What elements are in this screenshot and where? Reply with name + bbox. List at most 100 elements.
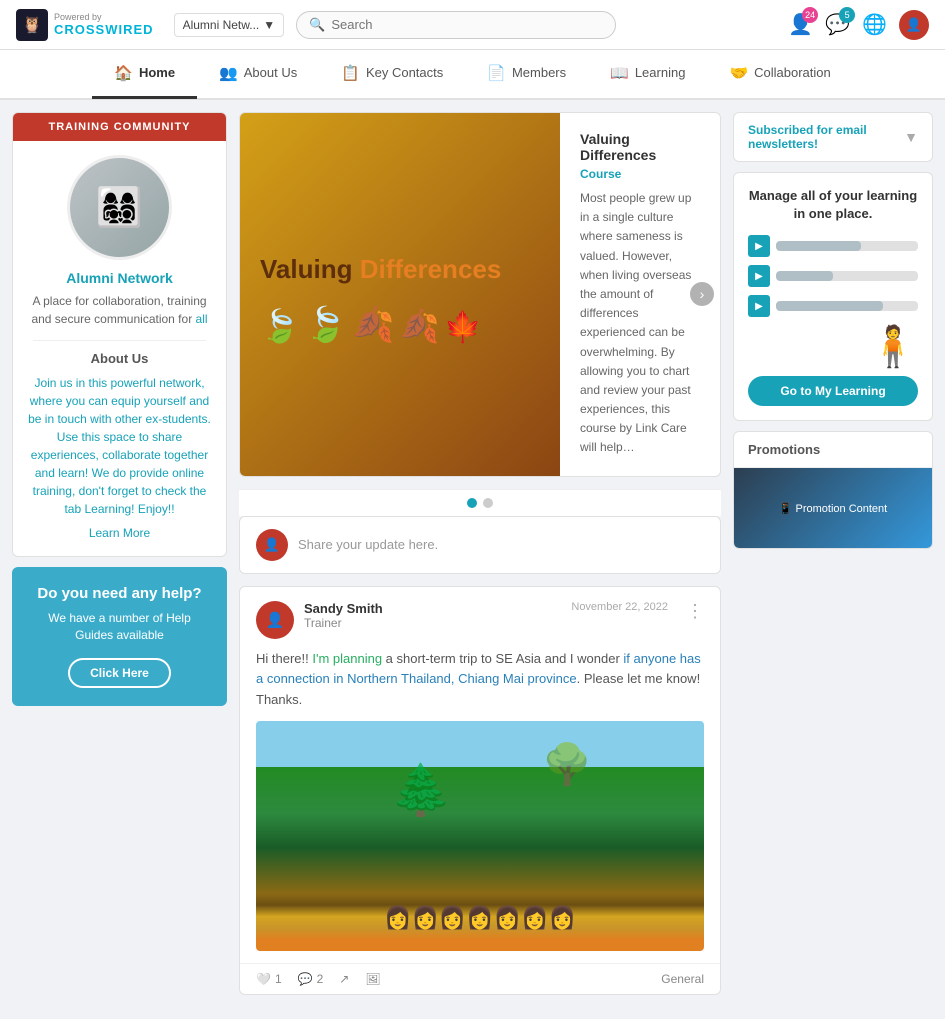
- feed-header: 👤 Sandy Smith Trainer November 22, 2022 …: [240, 587, 720, 639]
- feed-text: Hi there!! I'm planning a short-term tri…: [256, 649, 704, 711]
- members-icon: 📄: [487, 64, 506, 82]
- group-description: A place for collaboration, training and …: [13, 292, 226, 340]
- nav-members-label: Members: [512, 65, 566, 80]
- network-icon-button[interactable]: 🌐: [862, 12, 887, 37]
- nav-members[interactable]: 📄 Members: [465, 49, 588, 99]
- nav-home-label: Home: [139, 65, 175, 80]
- notifications-button[interactable]: 👤 24: [788, 12, 813, 37]
- leaf-2: 🍃: [305, 305, 347, 345]
- feed-text-part-2: I'm planning: [312, 651, 382, 666]
- comments-count: 2: [317, 972, 324, 986]
- chevron-down-icon[interactable]: ▼: [904, 129, 918, 145]
- learning-row-2: ▶: [748, 265, 918, 287]
- right-sidebar: Subscribed for email newsletters! ▼ Mana…: [733, 112, 933, 1007]
- divider: [33, 340, 206, 341]
- user-avatar[interactable]: 👤: [899, 10, 929, 40]
- search-bar[interactable]: 🔍: [296, 11, 616, 39]
- messages-button[interactable]: 💬 5: [825, 12, 850, 37]
- help-button[interactable]: Click Here: [68, 658, 171, 688]
- image-button[interactable]: 🖼: [365, 972, 380, 986]
- about-label: About Us: [13, 351, 226, 366]
- leaf-3: 🍂: [352, 305, 394, 345]
- play-btn-1[interactable]: ▶: [748, 235, 770, 257]
- avatar-icon: 👤: [906, 17, 922, 33]
- play-btn-2[interactable]: ▶: [748, 265, 770, 287]
- help-box: Do you need any help? We have a number o…: [12, 567, 227, 706]
- help-subtitle: We have a number of Help Guides availabl…: [30, 610, 209, 644]
- post-avatar: 👤: [256, 529, 288, 561]
- group-desc-text: A place for collaboration, training and …: [31, 294, 206, 326]
- logo-text: Powered by CROSSWIRED: [54, 13, 154, 37]
- home-icon: 🏠: [114, 64, 133, 82]
- nav-collaboration-label: Collaboration: [754, 65, 831, 80]
- carousel-next-button[interactable]: ›: [690, 282, 714, 306]
- carousel-dot-1[interactable]: [467, 498, 477, 508]
- course-tag[interactable]: Course: [580, 167, 700, 181]
- learning-bar-fill-3: [776, 301, 883, 311]
- learn-more-link[interactable]: Learn More: [13, 526, 226, 540]
- share-button[interactable]: ↗: [339, 972, 349, 986]
- image-icon: 🖼: [365, 972, 380, 986]
- topbar-icons: 👤 24 💬 5 🌐 👤: [788, 10, 929, 40]
- like-button[interactable]: 🤍 1: [256, 972, 282, 986]
- carousel-valuing-text: Valuing Differences: [260, 254, 540, 285]
- go-to-learning-button[interactable]: Go to My Learning: [748, 376, 918, 406]
- learning-bar-2: [776, 271, 918, 281]
- center-content: ‹ Valuing Differences 🍃 🍃 🍂 🍂 🍁: [239, 112, 721, 1007]
- tc-header: TRAINING COMMUNITY: [13, 113, 226, 141]
- comment-button[interactable]: 💬 2: [298, 972, 324, 986]
- heart-icon: 🤍: [256, 972, 271, 986]
- search-input[interactable]: [331, 17, 603, 32]
- learning-rows: ▶ ▶ ▶: [748, 235, 918, 317]
- collaboration-icon: 🤝: [729, 64, 748, 82]
- topbar: 🦉 Powered by CROSSWIRED Alumni Netw... ▼…: [0, 0, 945, 50]
- feed-more-button[interactable]: ⋮: [686, 601, 704, 622]
- carousel-title: Valuing Differences: [580, 131, 700, 163]
- navbar: 🏠 Home 👥 About Us 📋 Key Contacts 📄 Membe…: [0, 50, 945, 100]
- feed-image: 👩👩👩👩👩👩👩 🌲 🌳: [256, 721, 704, 951]
- learning-bar-1: [776, 241, 918, 251]
- carousel-dots: [239, 489, 721, 516]
- learning-bar-3: [776, 301, 918, 311]
- learning-title: Manage all of your learning in one place…: [748, 187, 918, 223]
- promotions-title: Promotions: [734, 432, 932, 468]
- left-sidebar: TRAINING COMMUNITY 👩‍👩‍👧‍👦 Alumni Networ…: [12, 112, 227, 1007]
- site-selector[interactable]: Alumni Netw... ▼: [174, 13, 285, 37]
- feed-author-name: Sandy Smith: [304, 601, 561, 616]
- group-avatar: 👩‍👩‍👧‍👦: [67, 155, 172, 260]
- learning-bar-fill-2: [776, 271, 833, 281]
- feed-card: 👤 Sandy Smith Trainer November 22, 2022 …: [239, 586, 721, 995]
- messages-badge: 5: [839, 7, 855, 23]
- comment-icon: 💬: [298, 972, 313, 986]
- carousel-description: Most people grew up in a single culture …: [580, 189, 700, 458]
- main-layout: TRAINING COMMUNITY 👩‍👩‍👧‍👦 Alumni Networ…: [0, 100, 945, 1019]
- brand-name: CROSSWIRED: [54, 22, 154, 37]
- owl-logo: 🦉: [16, 9, 48, 41]
- nav-learning[interactable]: 📖 Learning: [588, 49, 707, 99]
- post-input-placeholder[interactable]: Share your update here.: [298, 537, 438, 552]
- feed-image-people: 👩👩👩👩👩👩👩: [384, 905, 576, 931]
- about-text: Join us in this powerful network, where …: [13, 374, 226, 518]
- play-btn-3[interactable]: ▶: [748, 295, 770, 317]
- learning-row-1: ▶: [748, 235, 918, 257]
- carousel-dot-2[interactable]: [483, 498, 493, 508]
- likes-count: 1: [275, 972, 282, 986]
- powered-by-label: Powered by: [54, 13, 154, 22]
- nav-keycontacts[interactable]: 📋 Key Contacts: [319, 49, 465, 99]
- leaf-4: 🍂: [400, 307, 440, 345]
- feed-footer: 🤍 1 💬 2 ↗ 🖼 General: [240, 963, 720, 994]
- learning-row-3: ▶: [748, 295, 918, 317]
- network-icon: 🌐: [862, 12, 887, 37]
- newsletter-box: Subscribed for email newsletters! ▼: [733, 112, 933, 162]
- group-desc-link[interactable]: all: [196, 312, 208, 326]
- nav-keycontacts-label: Key Contacts: [366, 65, 443, 80]
- feed-category: General: [661, 972, 704, 986]
- nav-collaboration[interactable]: 🤝 Collaboration: [707, 49, 852, 99]
- nav-home[interactable]: 🏠 Home: [92, 49, 197, 99]
- feed-text-part-3: a short-term trip to SE Asia and I wonde…: [382, 651, 623, 666]
- chevron-down-icon: ▼: [263, 18, 275, 32]
- nav-about[interactable]: 👥 About Us: [197, 49, 319, 99]
- search-icon: 🔍: [309, 17, 325, 33]
- leaf-5: 🍁: [444, 310, 481, 345]
- feed-meta: Sandy Smith Trainer: [304, 601, 561, 630]
